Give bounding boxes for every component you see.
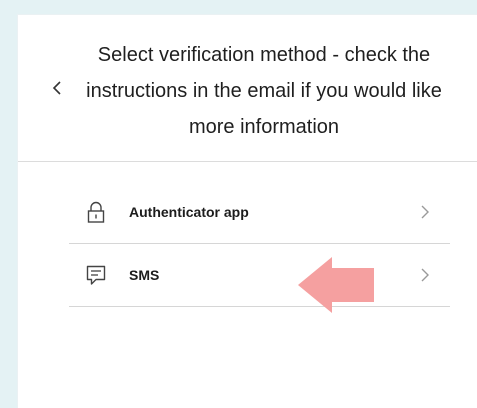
method-list: Authenticator app SMS [69,181,450,307]
chevron-right-icon [421,268,429,282]
chevron-left-icon [52,81,61,95]
method-item-sms[interactable]: SMS [69,244,450,307]
chevron-right-icon [421,205,429,219]
method-item-authenticator-app[interactable]: Authenticator app [69,181,450,244]
method-label: Authenticator app [129,204,249,220]
lock-icon [87,201,105,223]
message-icon [86,265,106,285]
panel-header: Select verification method - check the i… [18,15,477,162]
page-title: Select verification method - check the i… [86,44,442,138]
method-label: SMS [129,267,160,283]
verification-panel: Select verification method - check the i… [18,15,477,408]
arrow-left-icon [298,257,374,313]
back-button[interactable] [48,77,66,99]
